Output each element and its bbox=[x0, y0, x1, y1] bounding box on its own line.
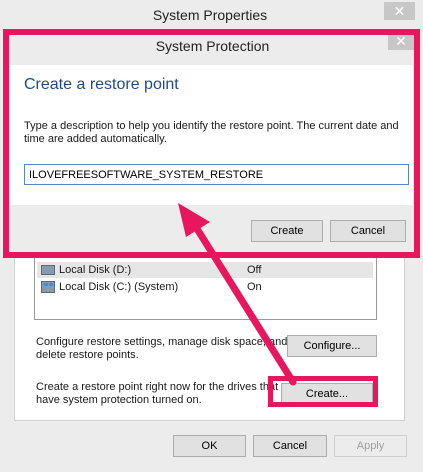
system-properties-close-button[interactable]: ✕ bbox=[384, 2, 415, 20]
system-properties-title: System Properties bbox=[152, 7, 268, 23]
drive-row-c[interactable]: Local Disk (C:) (System) On bbox=[37, 279, 373, 295]
drive-name: Local Disk (C:) (System) bbox=[59, 281, 179, 293]
drive-list[interactable]: Local Disk (D:) Off Local Disk (C:) (Sys… bbox=[34, 258, 377, 320]
drive-name: Local Disk (D:) bbox=[59, 264, 132, 276]
windows-drive-icon bbox=[41, 281, 55, 293]
create-button-highlight bbox=[268, 376, 378, 407]
drive-icon bbox=[41, 265, 55, 275]
drive-protection: Off bbox=[247, 264, 262, 276]
drive-row-d[interactable]: Local Disk (D:) Off bbox=[37, 262, 373, 278]
dialog-highlight bbox=[3, 29, 420, 258]
cancel-button[interactable]: Cancel bbox=[253, 435, 327, 457]
configure-button[interactable]: Configure... bbox=[287, 335, 377, 357]
configure-description: Configure restore settings, manage disk … bbox=[36, 336, 288, 361]
apply-button[interactable]: Apply bbox=[334, 435, 407, 457]
drive-protection: On bbox=[247, 281, 262, 293]
close-icon: ✕ bbox=[393, 2, 406, 19]
ok-button[interactable]: OK bbox=[173, 435, 246, 457]
create-description: Create a restore point right now for the… bbox=[36, 381, 279, 406]
